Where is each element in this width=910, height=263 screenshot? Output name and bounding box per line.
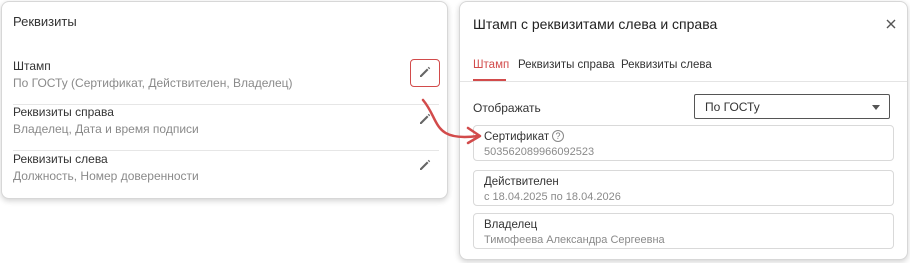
field-value: Тимофеева Александра Сергеевна <box>484 234 665 246</box>
requisites-panel: Реквизиты Штамп По ГОСТу (Сертификат, Де… <box>1 1 448 199</box>
tab-right-requisites[interactable]: Реквизиты справа <box>518 59 615 71</box>
row-label: Реквизиты справа <box>13 105 114 119</box>
dialog-title: Штамп с реквизитами слева и справа <box>473 16 718 32</box>
list-item-stamp: Штамп По ГОСТу (Сертификат, Действителен… <box>13 59 439 105</box>
row-label: Штамп <box>13 59 51 73</box>
pencil-icon[interactable] <box>418 65 432 79</box>
help-circle-icon[interactable]: ? <box>552 130 564 142</box>
field-value: 503562089966092523 <box>484 146 595 158</box>
display-select[interactable]: По ГОСТу <box>694 94 890 119</box>
pencil-icon[interactable] <box>418 158 432 172</box>
tab-stamp[interactable]: Штамп <box>473 59 509 71</box>
active-tab-indicator <box>473 79 506 81</box>
row-label: Реквизиты слева <box>13 152 108 166</box>
list-item-right-requisites: Реквизиты справа Владелец, Дата и время … <box>13 105 439 151</box>
row-value: Должность, Номер доверенности <box>13 169 199 183</box>
field-label: Владелец <box>484 219 538 231</box>
panel-title: Реквизиты <box>13 14 77 29</box>
row-value: Владелец, Дата и время подписи <box>13 122 199 136</box>
stamp-dialog: Штамп с реквизитами слева и справа Штамп… <box>459 1 908 260</box>
tab-left-requisites[interactable]: Реквизиты слева <box>621 59 712 71</box>
field-label: Сертификат <box>484 131 550 143</box>
pencil-icon[interactable] <box>418 112 432 126</box>
field-value: с 18.04.2025 по 18.04.2026 <box>484 191 621 203</box>
field-valid[interactable]: Действителен с 18.04.2025 по 18.04.2026 <box>473 170 894 206</box>
tabs-divider <box>460 81 907 82</box>
list-item-left-requisites: Реквизиты слева Должность, Номер доверен… <box>13 152 439 198</box>
display-label: Отображать <box>473 101 541 115</box>
close-icon[interactable] <box>884 17 898 31</box>
display-select-value: По ГОСТу <box>705 100 760 114</box>
chevron-down-icon <box>872 105 880 110</box>
field-label: Действителен <box>484 176 559 188</box>
row-value: По ГОСТу (Сертификат, Действителен, Влад… <box>13 76 293 90</box>
field-owner[interactable]: Владелец Тимофеева Александра Сергеевна <box>473 213 894 249</box>
field-certificate[interactable]: Сертификат ? 503562089966092523 <box>473 125 894 161</box>
